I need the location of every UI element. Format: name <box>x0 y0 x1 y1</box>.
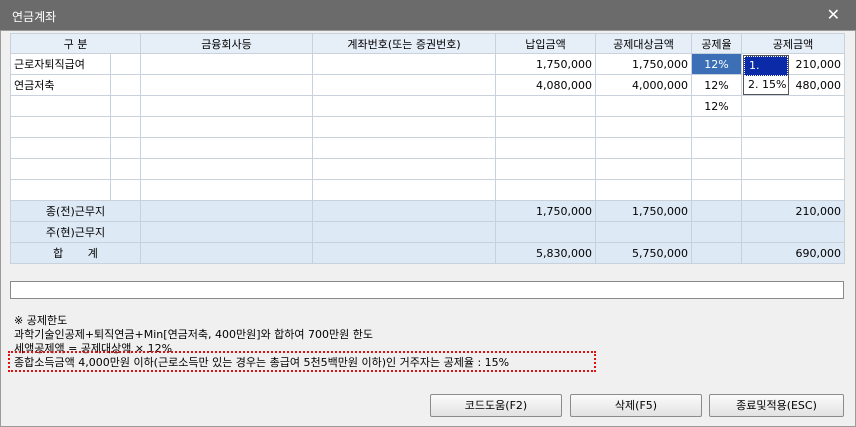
paid-amount-cell[interactable]: 4,080,000 <box>495 74 596 96</box>
table-row[interactable]: 연금저축 4,080,000 4,000,000 12% 480,000 <box>10 74 845 96</box>
summary-eligible: 1,750,000 <box>595 200 692 222</box>
header-category: 구 분 <box>10 33 141 54</box>
notes-heading: ※ 공제한도 <box>14 314 68 327</box>
row-label[interactable]: 근로자퇴직급여 <box>10 53 111 75</box>
close-icon[interactable]: ✕ <box>827 5 840 24</box>
summary-deduction: 210,000 <box>741 200 845 222</box>
rate-option-12[interactable]: 1. 12% <box>744 56 788 90</box>
rate-cell-selected[interactable]: 12% <box>691 53 742 75</box>
paid-amount-cell[interactable] <box>495 95 596 117</box>
notes-line-limit: 과학기술인공제+퇴직연금+Min[연금저축, 400만원]와 합하여 700만원… <box>14 328 374 341</box>
summary-deduction <box>741 221 845 243</box>
summary-eligible: 5,750,000 <box>595 242 692 264</box>
header-account-number: 계좌번호(또는 증권번호) <box>312 33 496 54</box>
summary-paid: 5,830,000 <box>495 242 596 264</box>
code-help-button[interactable]: 코드도움(F2) <box>430 394 562 417</box>
account-number-cell[interactable] <box>312 74 496 96</box>
table-row[interactable]: 근로자퇴직급여 1,750,000 1,750,000 12% 210,000 <box>10 53 845 75</box>
company-name-cell[interactable] <box>140 53 313 75</box>
header-deduction-rate: 공제율 <box>691 33 742 54</box>
eligible-amount-cell[interactable] <box>595 95 692 117</box>
header-deduction-amount: 공제금액 <box>741 33 845 54</box>
deduction-amount-cell[interactable] <box>741 95 845 117</box>
company-code-cell[interactable] <box>110 95 141 117</box>
delete-button[interactable]: 삭제(F5) <box>570 394 702 417</box>
summary-row-total: 합 계 5,830,000 5,750,000 690,000 <box>10 242 845 264</box>
summary-label: 주(현)근무지 <box>10 221 141 243</box>
title-bar: 연금계좌 ✕ <box>0 0 856 30</box>
header-eligible-amount: 공제대상금액 <box>595 33 692 54</box>
summary-paid: 1,750,000 <box>495 200 596 222</box>
company-code-cell[interactable] <box>110 74 141 96</box>
empty-row[interactable] <box>10 158 845 180</box>
highlight-box <box>8 351 596 372</box>
message-bar <box>10 281 844 299</box>
eligible-amount-cell[interactable]: 1,750,000 <box>595 53 692 75</box>
header-financial-company: 금융회사등 <box>140 33 313 54</box>
rate-dropdown-list[interactable]: 1. 12% 2. 15% <box>743 55 789 95</box>
rate-option-15[interactable]: 2. 15% <box>744 76 788 94</box>
summary-row-previous-workplace: 종(전)근무지 1,750,000 1,750,000 210,000 <box>10 200 845 222</box>
paid-amount-cell[interactable]: 1,750,000 <box>495 53 596 75</box>
empty-row[interactable] <box>10 179 845 201</box>
summary-eligible <box>595 221 692 243</box>
eligible-amount-cell[interactable]: 4,000,000 <box>595 74 692 96</box>
company-name-cell[interactable] <box>140 95 313 117</box>
empty-row[interactable] <box>10 137 845 159</box>
account-number-cell[interactable] <box>312 95 496 117</box>
summary-row-current-workplace: 주(현)근무지 <box>10 221 845 243</box>
empty-row[interactable] <box>10 116 845 138</box>
table-row[interactable]: 12% <box>10 95 845 117</box>
header-paid-amount: 납입금액 <box>495 33 596 54</box>
summary-label: 합 계 <box>10 242 141 264</box>
summary-paid <box>495 221 596 243</box>
pension-account-table: 구 분 금융회사등 계좌번호(또는 증권번호) 납입금액 공제대상금액 공제율 … <box>10 33 845 264</box>
summary-label: 종(전)근무지 <box>10 200 141 222</box>
table-header-row: 구 분 금융회사등 계좌번호(또는 증권번호) 납입금액 공제대상금액 공제율 … <box>10 33 845 54</box>
rate-cell[interactable]: 12% <box>691 95 742 117</box>
company-code-cell[interactable] <box>110 53 141 75</box>
rate-cell[interactable]: 12% <box>691 74 742 96</box>
exit-apply-button[interactable]: 종료및적용(ESC) <box>709 394 844 417</box>
window-title: 연금계좌 <box>12 10 57 24</box>
summary-deduction: 690,000 <box>741 242 845 264</box>
row-label[interactable] <box>10 95 111 117</box>
company-name-cell[interactable] <box>140 74 313 96</box>
account-number-cell[interactable] <box>312 53 496 75</box>
row-label[interactable]: 연금저축 <box>10 74 111 96</box>
